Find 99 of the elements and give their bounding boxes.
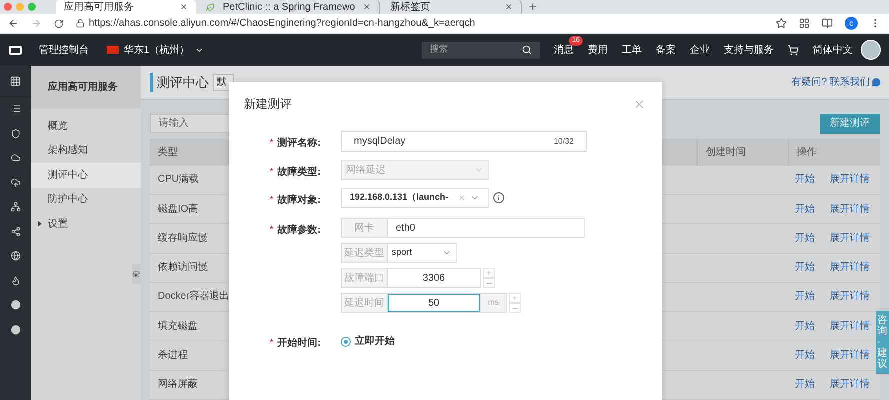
table-cell-text: 缓存响应慢 [157,232,208,246]
nav-link[interactable]: 费用 [588,44,608,56]
reader-icon[interactable] [822,18,833,29]
field-label: 故障对象: [278,193,321,208]
action-link[interactable]: 展开详情 [830,230,870,246]
required-mark: * [270,194,274,208]
param-value[interactable]: eth0 [388,220,424,236]
param-label: 网卡 [342,219,388,237]
nav-link[interactable]: 企业 [690,44,710,56]
action-link[interactable]: 展开详情 [830,172,870,188]
radio-option[interactable]: 立即开始 [341,334,395,349]
browser-tab[interactable]: 应用高可用服务 [56,0,196,14]
apps-icon[interactable] [10,76,21,86]
cloud-upload-icon[interactable] [10,178,20,188]
action-link[interactable]: 展开详情 [830,260,870,276]
action-link[interactable]: 展开详情 [830,348,870,364]
required-mark: * [270,137,274,151]
shield-icon[interactable] [10,128,20,139]
param-label: 延迟时间 [342,294,388,312]
action-link[interactable]: 开始 [795,230,815,246]
sidebar-item[interactable]: 设置 [31,212,141,236]
star-icon[interactable] [776,18,787,29]
table-cell-text: 网络屏蔽 [157,378,198,392]
field-label: 故障参数: [278,223,321,238]
plus-icon [486,270,492,276]
collapse-icon [133,270,140,278]
nav-link[interactable]: 工单 [622,44,642,56]
language-link[interactable]: 简体中文 [813,42,853,58]
profile-avatar[interactable]: c [845,17,858,30]
dialog-title: 新建测评 [244,96,292,113]
globe-icon[interactable] [10,251,20,262]
sidebar-header: 应用高可用服务 [31,66,141,109]
action-link[interactable]: 开始 [795,172,815,188]
required-mark: * [270,166,274,180]
back-icon[interactable] [8,18,19,29]
action-link[interactable]: 开始 [795,377,815,392]
table-cell-text: 磁盘IO高 [157,202,199,217]
cloud-icon[interactable] [10,153,20,164]
required-mark: * [270,337,274,351]
table-cell-text: 杀进程 [157,348,188,364]
nav-link[interactable]: 支持与服务 [724,44,774,56]
address-field[interactable]: https://ahas.console.aliyun.com/#/ChaosEnginering?regionId=cn-hangzhou&_k=aerqch [76,14,787,33]
action-link[interactable]: 开始 [795,348,815,364]
table-cell-text: 依赖访问慢 [157,260,208,276]
reload-icon[interactable] [54,18,64,28]
logo-icon[interactable] [9,46,22,54]
nav-link[interactable]: 备案 [656,44,676,56]
action-link[interactable]: 展开详情 [830,377,870,392]
circle-icon[interactable] [10,300,20,310]
action-link[interactable]: 开始 [795,289,815,304]
action-link[interactable]: 展开详情 [830,289,870,304]
close-icon[interactable] [180,3,188,11]
field-label: 测评名称: [278,136,321,151]
share-icon[interactable] [10,226,20,237]
flame-icon[interactable] [10,276,20,286]
radio-circle[interactable] [341,336,351,346]
table-cell-text: CPU满载 [157,172,200,188]
lock-icon [76,19,85,28]
search-field[interactable]: 搜索 [422,42,540,58]
flag-icon [107,46,119,54]
collapse-handle[interactable] [132,264,141,284]
chat-icon [872,78,881,87]
required-mark: * [270,224,274,238]
network-icon[interactable] [10,202,20,212]
sidebar-item[interactable]: 测评中心 [31,163,141,188]
close-icon[interactable] [363,3,372,11]
name-input[interactable]: mysqlDelay 10/32 [341,131,587,152]
table-cell-text: Docker容器退出 [157,290,230,304]
unit-label: ms [480,294,506,312]
search-icon [522,45,532,55]
new-tab-icon[interactable] [528,2,538,12]
sidebar-item[interactable]: 防护中心 [31,188,141,212]
extension-icon[interactable] [799,18,810,29]
action-link[interactable]: 展开详情 [830,318,870,334]
target-select[interactable]: 192.168.0.131（launch- [341,188,489,208]
action-link[interactable]: 展开详情 [830,202,870,217]
sidebar-item[interactable]: 概览 [31,114,141,138]
action-link[interactable]: 开始 [795,260,815,276]
help-link[interactable]: 有疑问? 联系我们 [792,74,881,90]
action-link[interactable]: 开始 [795,202,815,217]
search-field[interactable]: 请输入 [150,114,230,134]
info-icon[interactable] [493,192,505,204]
field-label: 故障类型: [278,165,321,180]
leaf-icon [206,2,215,12]
plus-icon [512,295,518,301]
circle-icon[interactable] [10,324,20,335]
sidebar-item[interactable]: 架构感知 [31,138,141,163]
page-title: 测评中心 [150,72,209,92]
cart-icon[interactable] [788,44,799,56]
column-header: 类型 [157,146,178,160]
number-input[interactable]: 50 [388,294,480,312]
close-icon[interactable] [505,3,514,11]
table-cell-text: 填充磁盘 [157,320,198,334]
field-label: 开始时间: [278,336,321,351]
nav-link[interactable]: 消息 [554,44,574,56]
action-link[interactable]: 开始 [795,318,815,334]
region-select[interactable]: 华东1（杭州） [107,42,204,58]
console-link[interactable]: 管理控制台 [39,42,89,58]
avatar[interactable] [861,40,881,60]
